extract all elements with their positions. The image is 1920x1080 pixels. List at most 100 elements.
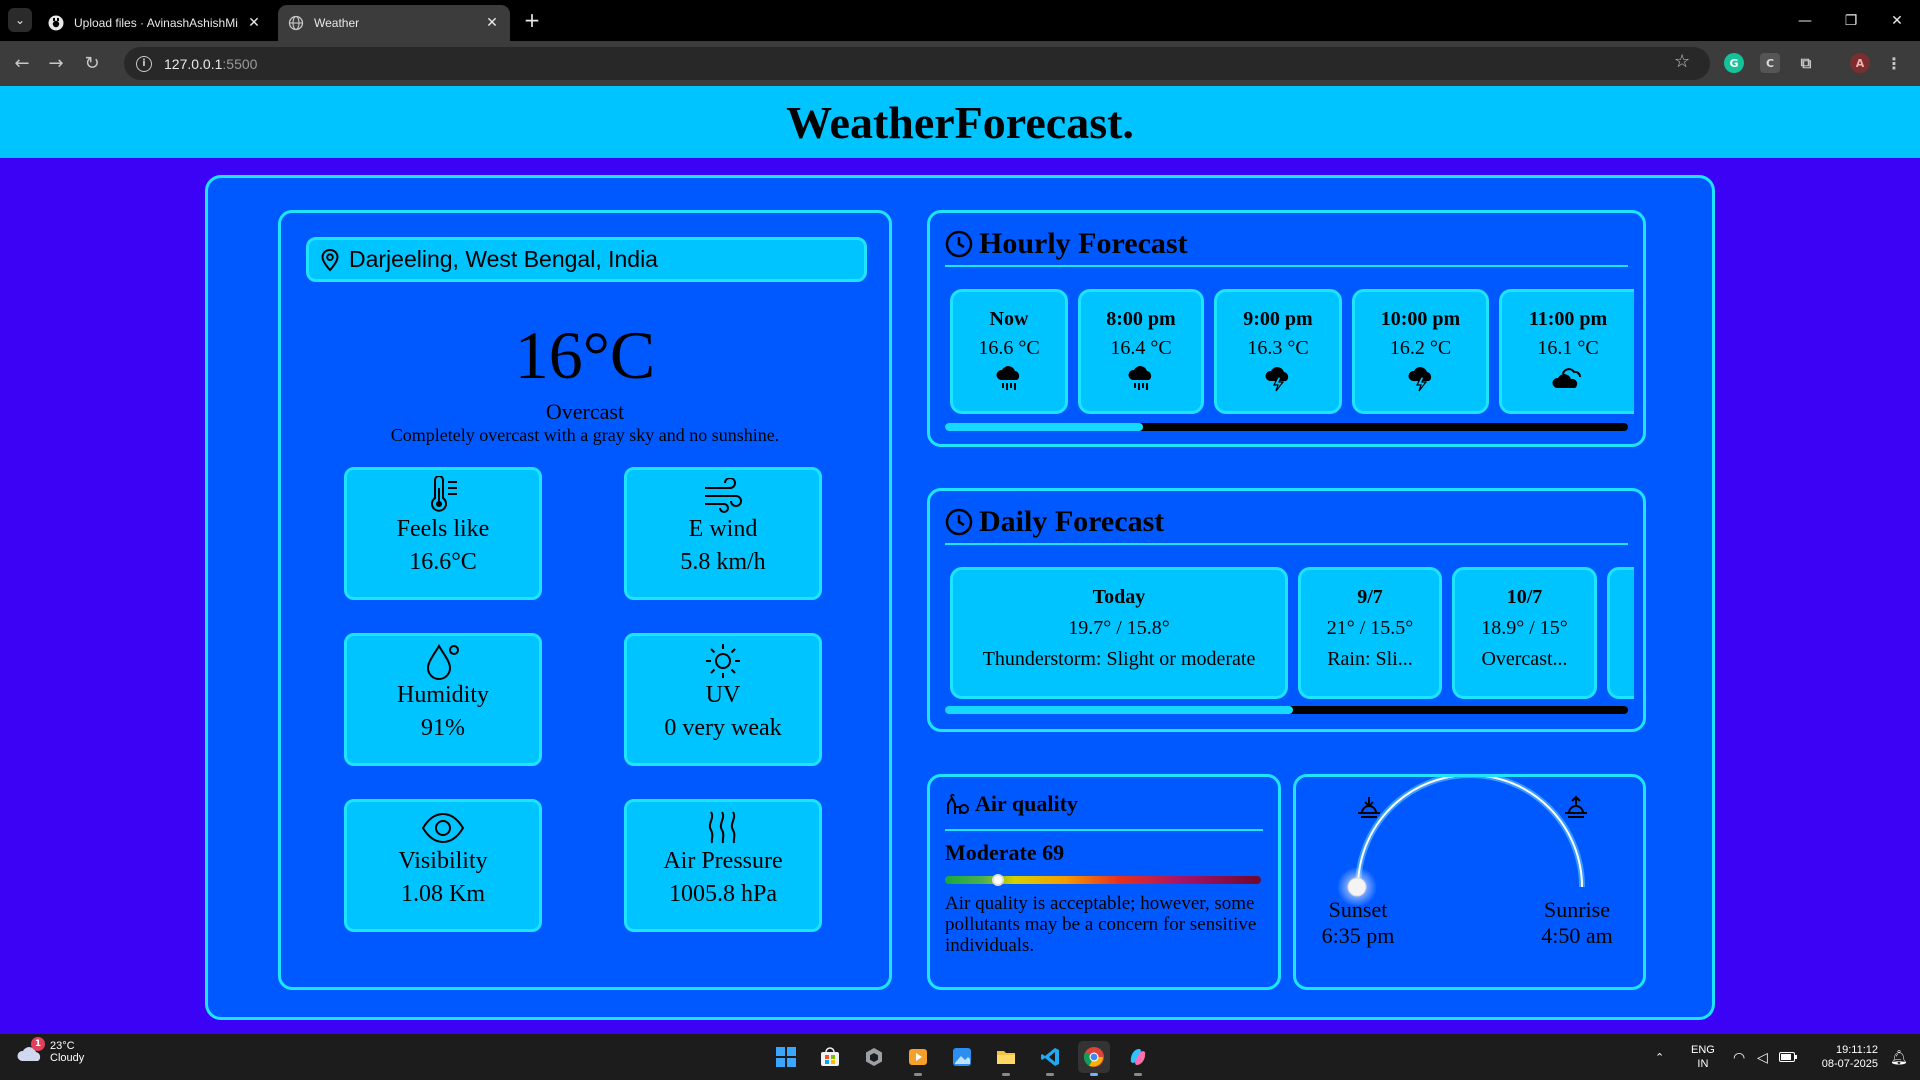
daily-card[interactable]: 9/7 21° / 15.5° Rain: Sli... [1298,567,1442,699]
humidity-tile: Humidity 91% [344,633,542,766]
grammarly-icon[interactable]: G [1724,53,1744,73]
daily-card-partial[interactable] [1607,567,1634,699]
app-icon[interactable] [858,1041,890,1073]
eye-icon [421,812,465,844]
c-extension-icon[interactable]: C [1760,53,1780,73]
sun-marker [1347,877,1367,897]
daily-title: Daily Forecast [945,505,1164,539]
hourly-card[interactable]: 11:00 pm 16.1 °C [1499,289,1634,414]
battery-icon[interactable] [1779,1034,1797,1080]
clock-icon [945,230,973,258]
restore-button[interactable]: ❐ [1828,0,1874,41]
address-bar[interactable]: i 127.0.0.1:5500 [124,47,1710,80]
air-quality-icon [947,793,969,814]
tile-value: 16.6°C [409,549,477,575]
thunder-cloud-icon [1407,367,1431,392]
air-quality-rating: Moderate 69 [945,840,1065,865]
bookmark-star-icon[interactable]: ☆ [1674,51,1690,72]
hourly-card[interactable]: 9:00 pm 16.3 °C [1214,289,1342,414]
uv-tile: UV 0 very weak [624,633,822,766]
wifi-icon[interactable]: ◠ [1733,1034,1745,1080]
volume-icon[interactable]: ◁ [1757,1034,1768,1080]
tile-value: 1.08 Km [401,881,485,907]
chevron-down-icon: ⌄ [14,13,26,27]
tile-value: 0 very weak [664,715,782,741]
rain-cloud-icon [1128,366,1152,390]
divider [945,829,1263,831]
windows-start-icon[interactable] [770,1041,802,1073]
menu-kebab-icon[interactable]: ⋮ [1884,53,1904,73]
taskbar-weather-widget[interactable]: 1 23°C Cloudy [16,1037,84,1064]
humidity-icon [426,644,459,680]
tile-label: UV [705,682,741,708]
globe-icon [288,15,304,31]
github-icon [48,15,64,31]
current-condition: Overcast [545,399,625,424]
air-quality-title: Air quality [945,791,1078,817]
tile-label: E wind [688,516,758,542]
tile-label: Visibility [398,848,488,874]
site-title: WeatherForecast. [786,96,1134,148]
close-tab-icon[interactable]: ✕ [484,15,500,31]
weather-page: WeatherForecast. Darjeeling, West Bengal… [0,86,1920,1034]
file-explorer-icon[interactable] [990,1041,1022,1076]
new-tab-button[interactable]: + [520,8,544,32]
site-info-icon[interactable]: i [136,55,152,72]
daily-forecast-section: Daily Forecast Today 19.7° / 15.8° Thund… [927,488,1646,732]
photos-icon[interactable] [946,1041,978,1073]
hourly-scrollbar[interactable] [945,423,1628,431]
daily-card[interactable]: 10/7 18.9° / 15° Overcast... [1452,567,1597,699]
store-icon[interactable] [814,1041,846,1073]
show-hidden-icons[interactable]: ⌃ [1655,1034,1664,1080]
browser-toolbar: ← → ↻ i 127.0.0.1:5500 ☆ G C ⧉ A ⋮ [0,41,1920,86]
notification-bell-icon[interactable]: 🔔︎ [1890,1034,1908,1080]
tab-title: Weather [314,16,360,30]
scrollbar-thumb[interactable] [945,706,1294,714]
tab-upload-files[interactable]: Upload files · AvinashAshishMi ✕ [38,5,272,41]
profile-avatar[interactable]: A [1850,53,1870,73]
rain-cloud-icon [996,366,1020,390]
site-header: WeatherForecast. [0,86,1920,158]
back-button[interactable]: ← [8,49,36,77]
browser-tab-bar: ⌄ Upload files · AvinashAshishMi ✕ Weath… [0,0,1920,41]
minimize-button[interactable]: — [1782,0,1828,41]
air-quality-scale [945,874,1261,886]
daily-card[interactable]: Today 19.7° / 15.8° Thunderstorm: Slight… [950,567,1288,699]
chrome-icon[interactable] [1078,1041,1110,1076]
url-host: 127.0.0.1 [164,55,223,72]
current-weather-panel: Darjeeling, West Bengal, India 16°C Over… [278,210,892,990]
tab-weather[interactable]: Weather ✕ [278,5,510,41]
forward-button[interactable]: → [42,49,70,77]
sunset-icon [1358,797,1380,818]
wind-icon [705,478,742,513]
air-pressure-tile: Air Pressure 1005.8 hPa [624,799,822,932]
hourly-card[interactable]: Now 16.6 °C [950,289,1068,414]
scrollbar-thumb[interactable] [945,423,1144,431]
reload-button[interactable]: ↻ [78,49,106,77]
puzzle-icon[interactable]: ⧉ [1796,53,1816,73]
media-player-icon[interactable] [902,1041,934,1076]
thunder-cloud-icon [1265,367,1289,392]
hourly-forecast-section: Hourly Forecast Now 16.6 °C 8:00 pm 16.4… [927,210,1646,447]
taskbar-apps [770,1041,1154,1076]
close-window-button[interactable]: ✕ [1874,0,1920,41]
visibility-tile: Visibility 1.08 Km [344,799,542,932]
notification-badge: 1 [31,1037,45,1051]
air-quality-description: Air quality is acceptable; however, some… [945,893,1257,956]
main-container: Darjeeling, West Bengal, India 16°C Over… [205,175,1715,1020]
daily-scrollbar[interactable] [945,706,1628,714]
clock[interactable]: 19:11:12 08-07-2025 [1812,1034,1878,1080]
language-indicator[interactable]: ENG IN [1691,1034,1715,1080]
current-temperature: 16°C [514,317,656,393]
tile-label: Humidity [396,682,489,708]
tab-search-button[interactable]: ⌄ [8,8,32,32]
copilot-icon[interactable] [1122,1041,1154,1076]
location-box[interactable]: Darjeeling, West Bengal, India [306,237,867,282]
hourly-card[interactable]: 10:00 pm 16.2 °C [1352,289,1489,414]
close-tab-icon[interactable]: ✕ [246,15,262,31]
sunset-info: Sunset 6:35 pm [1321,897,1395,949]
vscode-icon[interactable] [1034,1041,1066,1076]
hourly-card[interactable]: 8:00 pm 16.4 °C [1078,289,1204,414]
tile-label: Air Pressure [663,848,783,874]
tile-label: Feels like [396,516,490,542]
